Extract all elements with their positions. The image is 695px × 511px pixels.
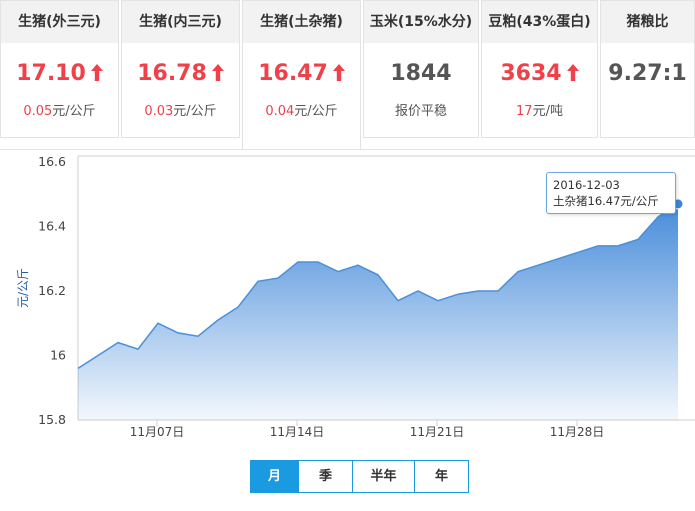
y-tick-label: 16.4 (38, 219, 66, 234)
card-price: 9.27:1 (608, 61, 687, 86)
x-tick-label: 11月28日 (550, 425, 605, 439)
price-card[interactable]: 生猪(外三元) 17.10 0.05元/公斤 (0, 0, 119, 138)
price-card[interactable]: 生猪(土杂猪) 16.47 0.04元/公斤 (242, 0, 361, 150)
series-area (78, 203, 678, 420)
card-change: 17元/吨 (482, 100, 597, 119)
price-card[interactable]: 豆粕(43%蛋白) 3634 17元/吨 (481, 0, 598, 138)
range-button-quarter[interactable]: 季 (298, 461, 352, 492)
card-value: 16.47 (243, 61, 360, 86)
card-value: 1844 (364, 61, 478, 86)
card-price: 3634 (500, 61, 562, 86)
price-cards: 生猪(外三元) 17.10 0.05元/公斤 生猪(内三元) 16.78 0.03元/公斤… (0, 0, 695, 150)
card-price: 16.78 (137, 61, 207, 86)
card-price: 16.47 (258, 61, 328, 86)
range-button-year[interactable]: 年 (414, 461, 468, 492)
card-change: 报价平稳 (364, 100, 478, 119)
card-price: 17.10 (16, 61, 86, 86)
card-change: 0.05元/公斤 (1, 100, 118, 119)
card-value: 17.10 (1, 61, 118, 86)
card-title: 豆粕(43%蛋白) (482, 1, 597, 43)
card-value: 9.27:1 (601, 61, 694, 86)
x-tick-label: 11月14日 (270, 425, 325, 439)
x-tick-label: 11月07日 (130, 425, 185, 439)
card-change-amount: 17 (516, 104, 533, 119)
up-arrow-icon (332, 64, 345, 81)
price-card[interactable]: 玉米(15%水分) 1844 报价平稳 (363, 0, 479, 138)
card-change-unit: 元/公斤 (294, 104, 338, 119)
card-change: 0.03元/公斤 (122, 100, 239, 119)
range-selector: 月 季 半年 年 (250, 460, 469, 493)
card-title: 生猪(内三元) (122, 1, 239, 43)
up-arrow-icon (211, 64, 224, 81)
up-arrow-icon (90, 64, 103, 81)
y-tick-label: 15.8 (38, 412, 66, 427)
x-tick-label: 11月21日 (410, 425, 465, 439)
card-value: 16.78 (122, 61, 239, 86)
up-arrow-icon (566, 64, 579, 81)
card-change-unit: 元/公斤 (52, 104, 96, 119)
card-change-unit: 元/吨 (532, 104, 563, 119)
y-axis-label: 元/公斤 (16, 268, 30, 308)
card-title: 玉米(15%水分) (364, 1, 478, 43)
card-change-unit: 元/公斤 (173, 104, 217, 119)
card-change-unit: 报价平稳 (394, 104, 447, 119)
chart-tooltip: 2016-12-03 土杂猪16.47元/公斤 (546, 172, 676, 214)
card-change: 0.04元/公斤 (243, 100, 360, 119)
card-title: 生猪(外三元) (1, 1, 118, 43)
tooltip-value: 土杂猪16.47元/公斤 (553, 194, 659, 208)
card-title: 猪粮比 (601, 1, 694, 43)
y-tick-label: 16.6 (38, 154, 66, 169)
card-change-amount: 0.03 (144, 104, 174, 119)
range-button-month[interactable]: 月 (251, 461, 298, 492)
card-title: 生猪(土杂猪) (243, 1, 360, 43)
y-tick-label: 16.2 (38, 283, 66, 298)
card-price: 1844 (390, 61, 452, 86)
card-change-amount: 0.04 (265, 104, 295, 119)
card-value: 3634 (482, 61, 597, 86)
card-change-amount: 0.05 (23, 104, 53, 119)
y-tick-label: 16 (50, 348, 66, 363)
price-card[interactable]: 生猪(内三元) 16.78 0.03元/公斤 (121, 0, 240, 138)
range-button-half-year[interactable]: 半年 (352, 461, 414, 492)
tooltip-date: 2016-12-03 (553, 178, 620, 192)
price-card[interactable]: 猪粮比 9.27:1 (600, 0, 695, 138)
